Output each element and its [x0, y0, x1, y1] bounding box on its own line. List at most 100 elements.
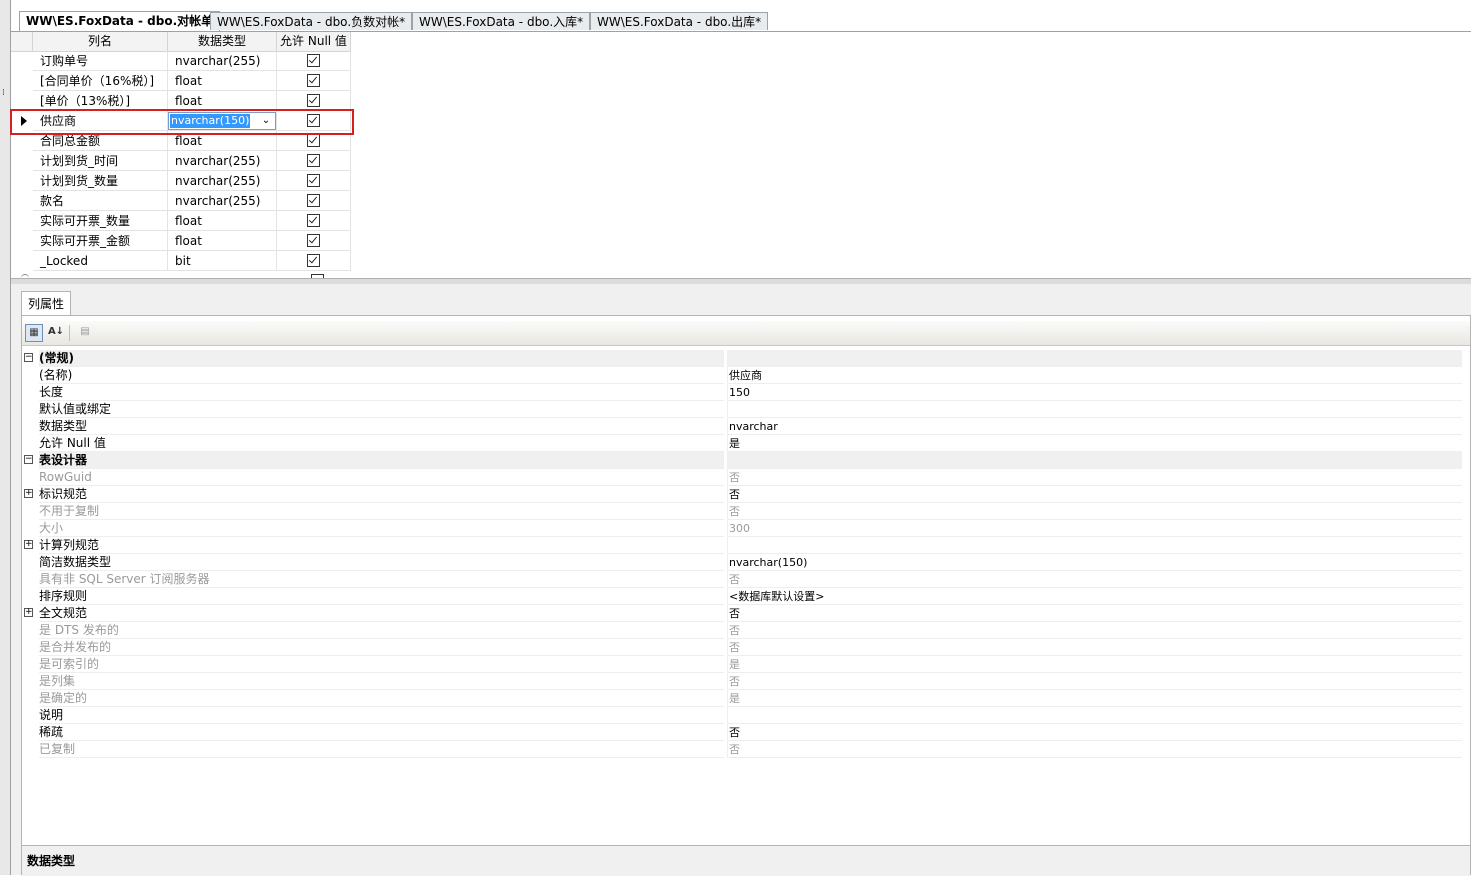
row-selector[interactable]: [11, 231, 33, 251]
column-name-cell[interactable]: 实际可开票_金额: [33, 231, 168, 251]
property-row[interactable]: 稀疏否: [22, 724, 1462, 741]
property-value[interactable]: 供应商: [727, 367, 1462, 384]
table-row[interactable]: 款名 nvarchar(255): [11, 191, 351, 211]
row-selector[interactable]: [11, 91, 33, 111]
property-value[interactable]: nvarchar: [727, 418, 1462, 435]
allow-null-checkbox[interactable]: [307, 94, 320, 107]
property-category-row[interactable]: − (常规): [22, 350, 1462, 367]
property-row[interactable]: + 计算列规范: [22, 537, 1462, 554]
alphabetical-sort-icon[interactable]: A↓: [47, 324, 65, 342]
property-pages-icon[interactable]: ▤: [76, 324, 94, 342]
allow-null-checkbox[interactable]: [307, 74, 320, 87]
data-type-cell[interactable]: float: [168, 211, 277, 231]
property-row[interactable]: + 全文规范否: [22, 605, 1462, 622]
property-row[interactable]: + 标识规范否: [22, 486, 1462, 503]
column-name-cell[interactable]: 款名: [33, 191, 168, 211]
property-row[interactable]: 排序规则 <数据库默认设置>: [22, 588, 1462, 605]
property-category-row[interactable]: − 表设计器: [22, 452, 1462, 469]
collapse-icon[interactable]: −: [24, 353, 33, 362]
row-selector[interactable]: [11, 251, 33, 271]
data-type-cell[interactable]: nvarchar(255): [168, 51, 277, 71]
row-selector[interactable]: [11, 151, 33, 171]
column-name-cell[interactable]: 计划到货_数量: [33, 171, 168, 191]
row-selector[interactable]: [11, 211, 33, 231]
data-type-cell[interactable]: nvarchar(255): [168, 171, 277, 191]
property-value[interactable]: 是: [727, 435, 1462, 452]
property-row[interactable]: 是 DTS 发布的否: [22, 622, 1462, 639]
column-name-cell[interactable]: 实际可开票_数量: [33, 211, 168, 231]
expand-icon[interactable]: +: [24, 489, 33, 498]
table-row[interactable]: 计划到货_时间 nvarchar(255): [11, 151, 351, 171]
data-type-cell[interactable]: float: [168, 71, 277, 91]
tab-chuku[interactable]: WW\ES.FoxData - dbo.出库*: [590, 12, 769, 30]
allow-null-checkbox[interactable]: [307, 134, 320, 147]
data-type-cell[interactable]: nvarchar(255): [168, 151, 277, 171]
data-type-cell[interactable]: nvarchar(255): [168, 191, 277, 211]
property-row[interactable]: 大小 300: [22, 520, 1462, 537]
property-row[interactable]: 不用于复制否: [22, 503, 1462, 520]
column-header-type[interactable]: 数据类型: [168, 32, 277, 51]
property-row[interactable]: 数据类型 nvarchar: [22, 418, 1462, 435]
property-row[interactable]: RowGuid 否: [22, 469, 1462, 486]
categorized-view-icon[interactable]: ▦: [25, 324, 43, 342]
property-value[interactable]: 否: [727, 724, 1462, 741]
expand-icon[interactable]: +: [24, 540, 33, 549]
allow-null-checkbox[interactable]: [307, 194, 320, 207]
tab-column-properties[interactable]: 列属性: [21, 291, 71, 315]
table-row[interactable]: 实际可开票_数量 float: [11, 211, 351, 231]
property-value[interactable]: [727, 401, 1462, 418]
property-row[interactable]: 已复制否: [22, 741, 1462, 758]
property-row[interactable]: 是可索引的是: [22, 656, 1462, 673]
column-header-nullable[interactable]: 允许 Null 值: [277, 32, 351, 51]
property-row[interactable]: 允许 Null 值是: [22, 435, 1462, 452]
row-selector[interactable]: [11, 191, 33, 211]
column-name-cell[interactable]: _Locked: [33, 251, 168, 271]
data-type-cell[interactable]: bit: [168, 251, 277, 271]
property-row[interactable]: 具有非 SQL Server 订阅服务器否: [22, 571, 1462, 588]
table-row[interactable]: 订购单号 nvarchar(255): [11, 51, 351, 71]
allow-null-checkbox[interactable]: [307, 214, 320, 227]
tab-ruku[interactable]: WW\ES.FoxData - dbo.入库*: [412, 12, 591, 30]
expand-icon[interactable]: +: [24, 608, 33, 617]
property-value[interactable]: 否: [727, 486, 1462, 503]
allow-null-checkbox[interactable]: [307, 54, 320, 67]
property-row[interactable]: 是列集否: [22, 673, 1462, 690]
allow-null-checkbox[interactable]: [307, 254, 320, 267]
property-row[interactable]: 是合并发布的否: [22, 639, 1462, 656]
property-row[interactable]: 是确定的是: [22, 690, 1462, 707]
column-header-name[interactable]: 列名: [33, 32, 168, 51]
property-value[interactable]: [727, 707, 1462, 724]
collapse-icon[interactable]: −: [24, 455, 33, 464]
allow-null-checkbox[interactable]: [307, 234, 320, 247]
property-name: 稀疏: [39, 724, 724, 741]
property-value[interactable]: nvarchar(150): [727, 554, 1462, 571]
table-row[interactable]: _Locked bit: [11, 251, 351, 271]
allow-null-checkbox[interactable]: [307, 154, 320, 167]
column-name-cell[interactable]: [单价（13%税）]: [33, 91, 168, 111]
property-row[interactable]: 长度 150: [22, 384, 1462, 401]
row-selector[interactable]: [11, 171, 33, 191]
column-name-cell[interactable]: 订购单号: [33, 51, 168, 71]
table-row[interactable]: [合同单价（16%税）] float: [11, 71, 351, 91]
allow-null-checkbox[interactable]: [307, 174, 320, 187]
data-type-cell[interactable]: float: [168, 91, 277, 111]
property-row[interactable]: 说明: [22, 707, 1462, 724]
table-row[interactable]: 计划到货_数量 nvarchar(255): [11, 171, 351, 191]
property-value[interactable]: 否: [727, 605, 1462, 622]
column-name-cell[interactable]: [合同单价（16%税）]: [33, 71, 168, 91]
property-row[interactable]: 默认值或绑定: [22, 401, 1462, 418]
table-row[interactable]: [单价（13%税）] float: [11, 91, 351, 111]
property-value[interactable]: <数据库默认设置>: [727, 588, 1462, 605]
property-row[interactable]: (名称) 供应商: [22, 367, 1462, 384]
tab-duizhangdan[interactable]: WW\ES.FoxData - dbo.对帐单: [19, 11, 221, 31]
column-name-cell[interactable]: 计划到货_时间: [33, 151, 168, 171]
table-row[interactable]: 实际可开票_金额 float: [11, 231, 351, 251]
property-row[interactable]: 简洁数据类型 nvarchar(150): [22, 554, 1462, 571]
row-selector[interactable]: [11, 71, 33, 91]
property-value: 否: [727, 469, 1462, 486]
row-selector[interactable]: [11, 51, 33, 71]
property-value[interactable]: [727, 537, 1462, 554]
property-value[interactable]: 150: [727, 384, 1462, 401]
tab-fushu-duizhang[interactable]: WW\ES.FoxData - dbo.负数对帐*: [210, 12, 413, 30]
data-type-cell[interactable]: float: [168, 231, 277, 251]
